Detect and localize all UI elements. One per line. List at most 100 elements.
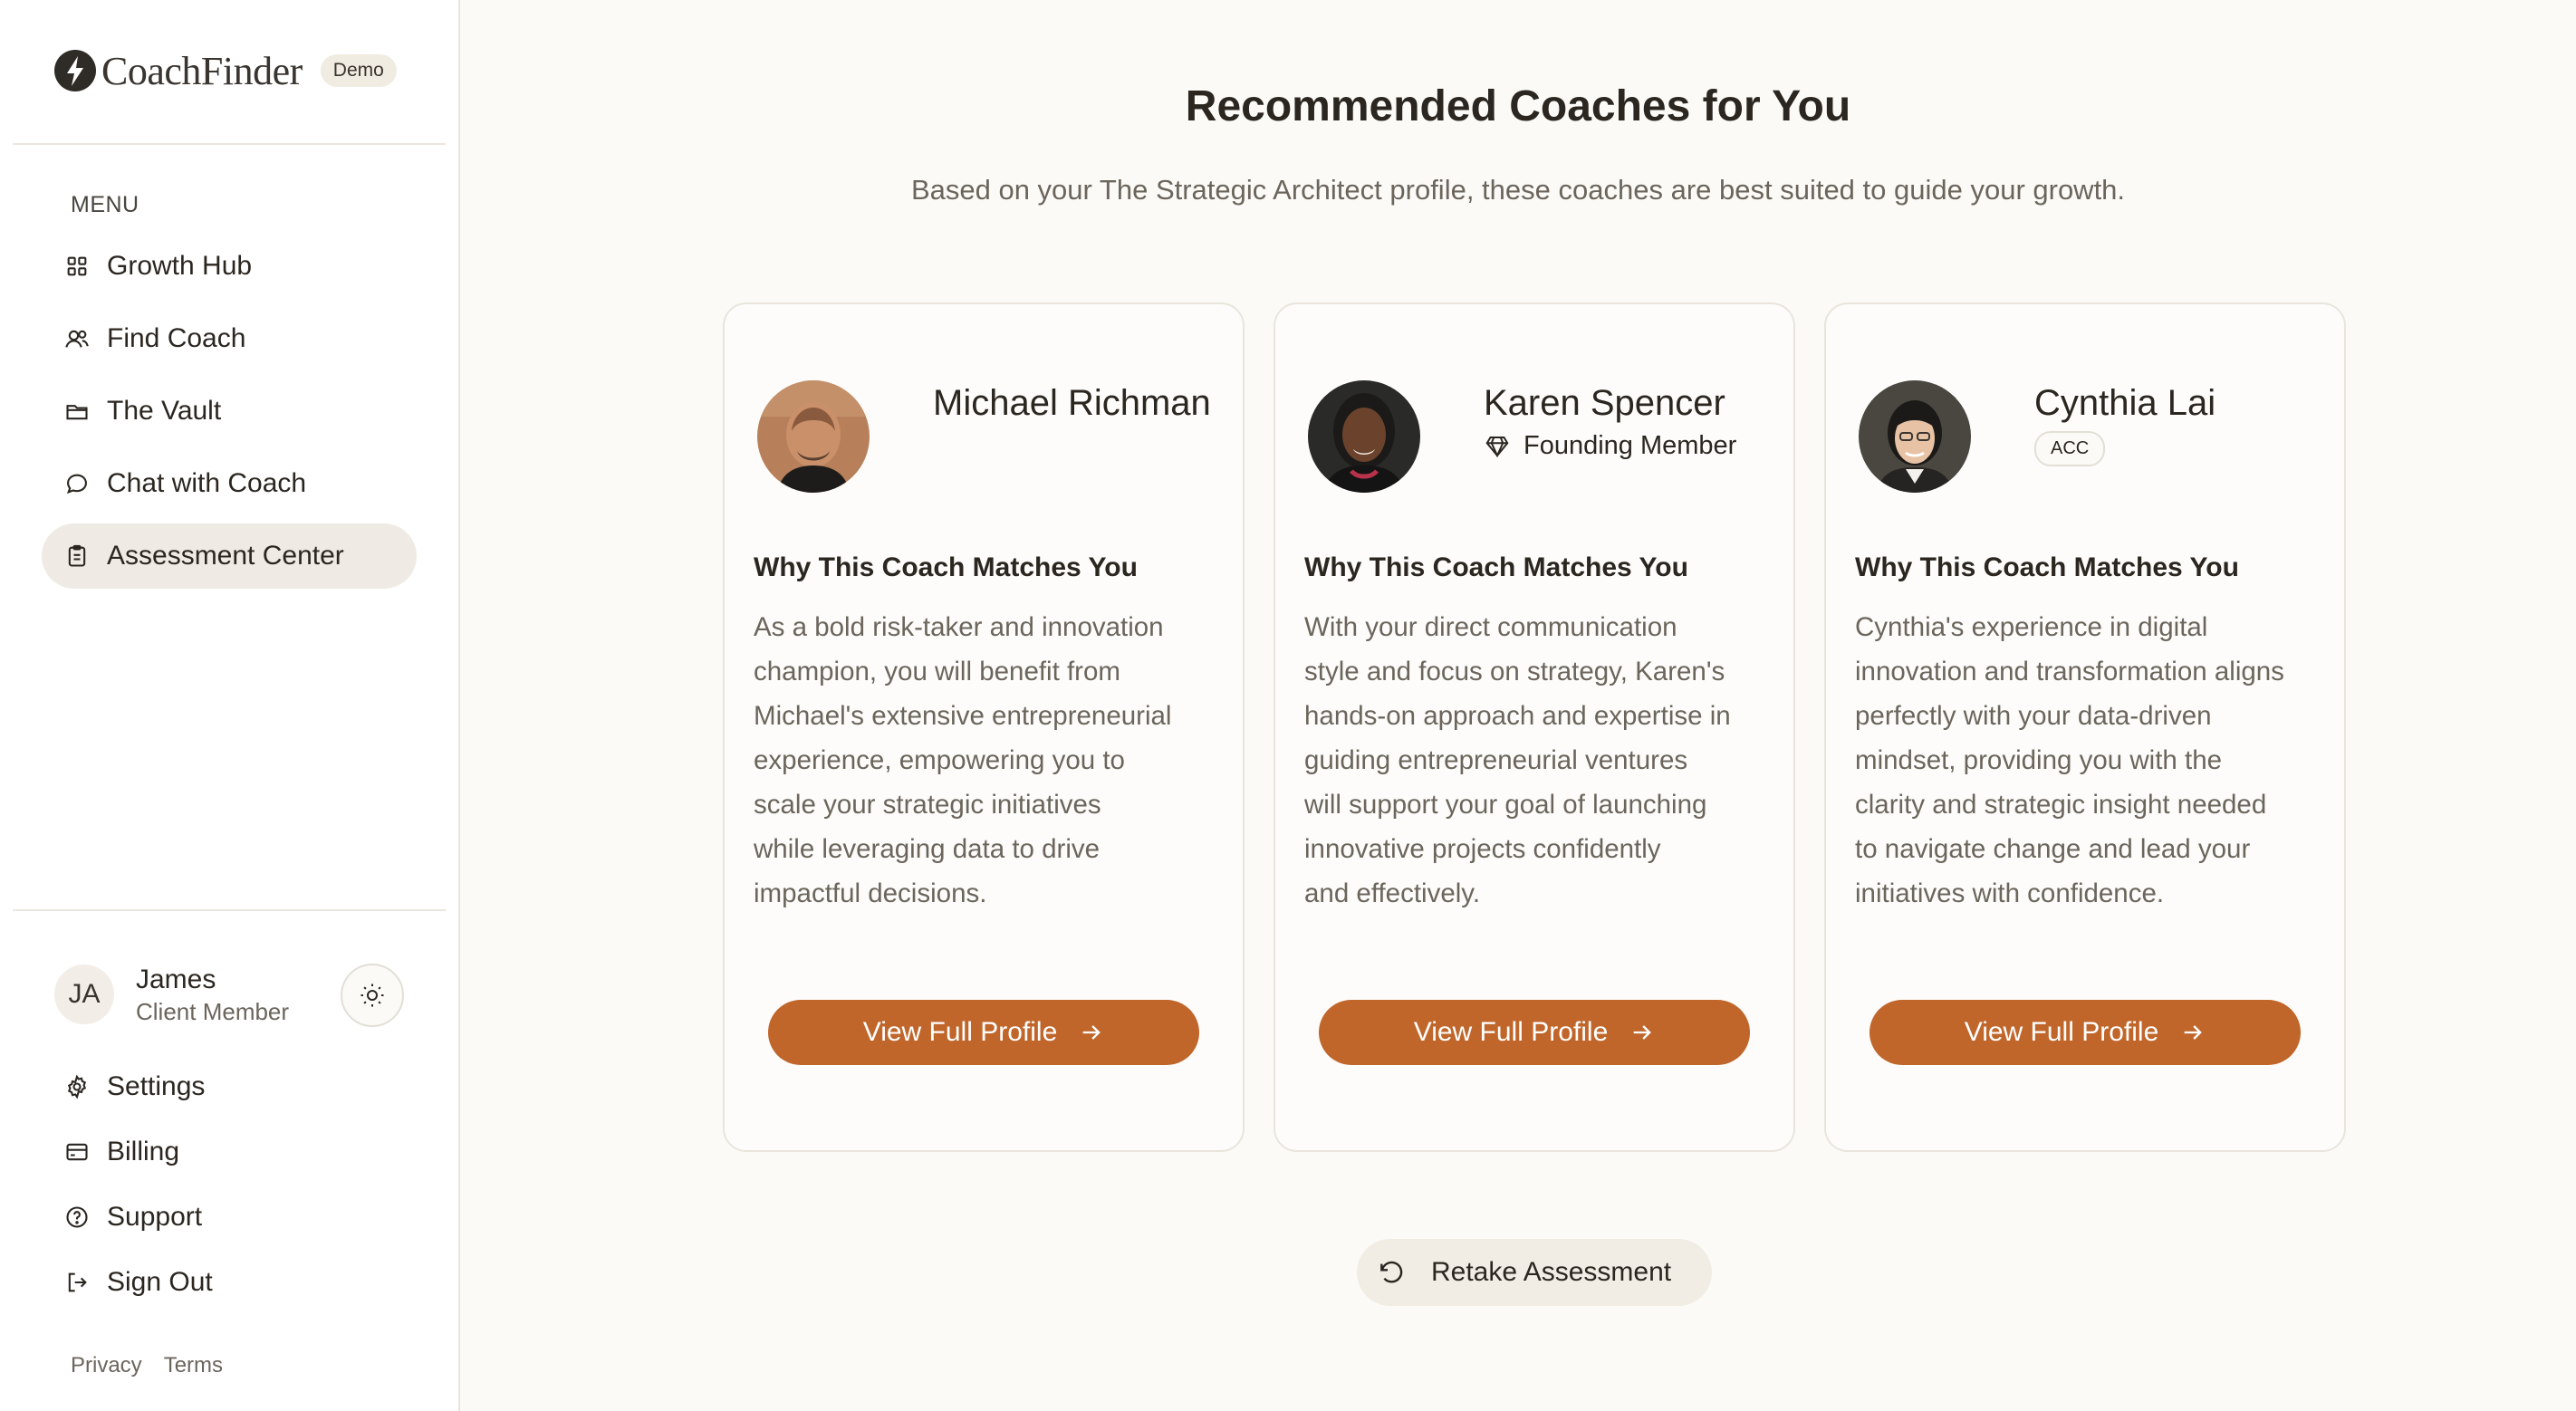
match-reason-line: hands-on approach and expertise in (1304, 701, 1731, 731)
cta-label: View Full Profile (862, 1017, 1058, 1047)
coach-card: Karen Spencer Founding Member Why This C… (1274, 302, 1795, 1152)
retake-label: Retake Assessment (1431, 1257, 1672, 1287)
sidebar-item-assessment-center[interactable]: Assessment Center (42, 523, 417, 589)
bolt-logo-icon (54, 50, 96, 91)
user-role: Client Member (136, 998, 290, 1025)
app-name: CoachFinder (101, 48, 303, 93)
sign-out-label: Sign Out (107, 1267, 213, 1297)
chat-icon (63, 470, 91, 497)
avatar: JA (54, 965, 114, 1024)
coach-photo (1859, 380, 1971, 493)
match-reason-line: With your direct communication (1304, 612, 1677, 642)
sidebar-item-label: Growth Hub (107, 251, 253, 281)
view-full-profile-button[interactable]: View Full Profile (768, 1000, 1199, 1065)
page-subtitle: Based on your The Strategic Architect pr… (910, 174, 2126, 206)
help-circle-icon (63, 1204, 91, 1231)
menu-label: MENU (71, 192, 139, 217)
coach-name: Karen Spencer (1484, 383, 1725, 423)
match-reason-line: and effectively. (1304, 878, 1481, 908)
terms-link[interactable]: Terms (164, 1353, 223, 1378)
page-title: Recommended Coaches for You (1185, 82, 1851, 130)
user-name: James (136, 965, 216, 994)
coach-header: Cynthia Lai ACC (1859, 380, 2330, 493)
match-reason-text: With your direct communication style and… (1304, 605, 1761, 916)
demo-badge: Demo (320, 54, 397, 87)
coach-card: Cynthia Lai ACC Why This Coach Matches Y… (1824, 302, 2346, 1152)
settings-label: Settings (107, 1071, 206, 1101)
user-profile[interactable]: JA James Client Member (54, 962, 404, 1027)
credit-card-icon (63, 1138, 91, 1166)
cta-label: View Full Profile (1964, 1017, 2159, 1047)
arrow-right-icon (2184, 1025, 2203, 1040)
view-full-profile-button[interactable]: View Full Profile (1870, 1000, 2301, 1065)
sign-out-icon (63, 1269, 91, 1296)
credential-badge: ACC (2034, 431, 2106, 466)
support-link[interactable]: Support (63, 1197, 202, 1237)
retake-assessment-button[interactable]: Retake Assessment (1357, 1239, 1712, 1306)
sidebar-item-growth-hub[interactable]: Growth Hub (42, 234, 417, 299)
coach-name: Michael Richman (933, 383, 1211, 423)
match-reason-line: champion, you will benefit from (754, 657, 1120, 686)
match-reason-line: style and focus on strategy, Karen's (1304, 657, 1725, 686)
legal-links: Privacy Terms (71, 1353, 223, 1378)
match-reason-line: scale your strategic initiatives (754, 790, 1101, 820)
sidebar-divider (13, 143, 446, 145)
user-info: James Client Member (136, 963, 289, 1026)
match-reason-title: Why This Coach Matches You (1304, 552, 1688, 582)
billing-link[interactable]: Billing (63, 1132, 179, 1172)
settings-link[interactable]: Settings (63, 1067, 205, 1107)
rotate-ccw-icon (1380, 1261, 1403, 1283)
match-reason-line: guiding entrepreneurial ventures (1304, 745, 1688, 775)
sidebar-item-label: Chat with Coach (107, 468, 307, 498)
coach-header: Karen Spencer Founding Member (1308, 380, 1779, 493)
sidebar-item-the-vault[interactable]: The Vault (42, 379, 417, 444)
sidebar-item-label: Assessment Center (107, 541, 344, 571)
arrow-right-icon (1633, 1025, 1652, 1040)
support-label: Support (107, 1202, 203, 1232)
sun-icon (360, 984, 384, 1007)
match-reason-line: mindset, providing you with the (1855, 745, 2223, 775)
folder-icon (63, 398, 91, 425)
sidebar: CoachFinder Demo MENU Growth Hub Find Co… (0, 0, 460, 1411)
coach-header: Michael Richman (757, 380, 1228, 493)
privacy-link[interactable]: Privacy (71, 1353, 142, 1378)
sidebar-item-label: The Vault (107, 396, 222, 426)
view-full-profile-button[interactable]: View Full Profile (1319, 1000, 1750, 1065)
clipboard-icon (63, 542, 91, 570)
sign-out-link[interactable]: Sign Out (63, 1262, 213, 1302)
founding-member-badge: Founding Member (1484, 431, 1736, 461)
match-reason-line: innovative projects confidently (1304, 834, 1661, 864)
match-reason-line: to navigate change and lead your (1855, 834, 2251, 864)
sidebar-item-find-coach[interactable]: Find Coach (42, 306, 417, 371)
match-reason-line: As a bold risk-taker and innovation (754, 612, 1164, 642)
coach-tag-label: Founding Member (1523, 431, 1737, 460)
match-reason-line: initiatives with confidence. (1855, 878, 2165, 908)
coach-photo (1308, 380, 1420, 493)
match-reason-line: while leveraging data to drive (754, 834, 1101, 864)
billing-label: Billing (107, 1137, 180, 1166)
match-reason-text: Cynthia's experience in digital innovati… (1855, 605, 2312, 916)
match-reason-line: innovation and transformation aligns (1855, 657, 2284, 686)
sidebar-item-chat-with-coach[interactable]: Chat with Coach (42, 451, 417, 516)
gem-icon (1485, 436, 1509, 457)
users-icon (63, 325, 91, 352)
coach-photo (757, 380, 870, 493)
match-reason-line: will support your goal of launching (1304, 790, 1707, 820)
match-reason-line: Cynthia's experience in digital (1855, 612, 2208, 642)
logo[interactable]: CoachFinder Demo (54, 45, 397, 96)
match-reason-line: clarity and strategic insight needed (1855, 790, 2267, 820)
theme-toggle-button[interactable] (341, 964, 404, 1027)
cta-label: View Full Profile (1413, 1017, 1609, 1047)
arrow-right-icon (1082, 1025, 1101, 1040)
sidebar-divider (13, 909, 446, 911)
match-reason-title: Why This Coach Matches You (754, 552, 1138, 582)
match-reason-text: As a bold risk-taker and innovation cham… (754, 605, 1210, 916)
coach-name: Cynthia Lai (2034, 383, 2216, 423)
gear-icon (63, 1073, 91, 1100)
match-reason-line: impactful decisions. (754, 878, 987, 908)
grid-icon (63, 253, 91, 280)
match-reason-line: experience, empowering you to (754, 745, 1125, 775)
app-window: CoachFinder Demo MENU Growth Hub Find Co… (0, 0, 2576, 1411)
match-reason-line: Michael's extensive entrepreneurial (754, 701, 1172, 731)
match-reason-title: Why This Coach Matches You (1855, 552, 2239, 582)
